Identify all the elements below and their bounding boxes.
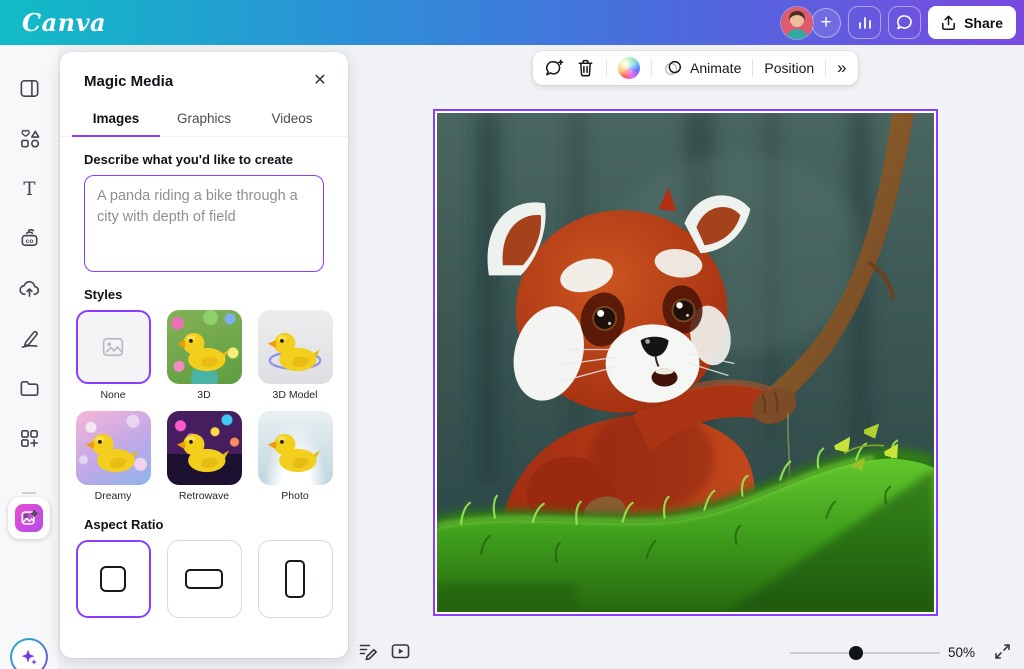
- apps-grid-icon: [18, 427, 41, 450]
- sidebar-item-draw[interactable]: [8, 317, 50, 359]
- tab-graphics[interactable]: Graphics: [160, 103, 248, 137]
- portrait-shape-icon: [285, 560, 305, 598]
- panel-header: Magic Media ✕: [60, 52, 348, 99]
- style-option-3d[interactable]: 3D: [167, 310, 242, 401]
- aspect-ratio-square[interactable]: [76, 540, 151, 618]
- animate-button[interactable]: Animate: [663, 58, 741, 78]
- animate-label: Animate: [690, 60, 741, 76]
- export-icon: [941, 15, 956, 31]
- sidebar-item-elements[interactable]: [8, 117, 50, 159]
- sidebar-item-apps[interactable]: [8, 417, 50, 459]
- toolbar-divider: [651, 59, 652, 77]
- sidebar-item-uploads[interactable]: [8, 267, 50, 309]
- canvas-page[interactable]: [437, 113, 934, 612]
- toolbar-divider: [606, 59, 607, 77]
- speech-bubble-icon: [895, 13, 914, 32]
- elements-icon: [18, 127, 41, 150]
- style-thumb-none: [76, 310, 151, 384]
- fullscreen-button[interactable]: [994, 643, 1011, 663]
- color-wheel-button[interactable]: [618, 57, 640, 79]
- landscape-shape-icon: [185, 569, 223, 589]
- style-option-3d-model[interactable]: 3D Model: [258, 310, 333, 401]
- aspect-ratio-heading: Aspect Ratio: [84, 517, 324, 532]
- tab-videos[interactable]: Videos: [248, 103, 336, 137]
- zoom-slider-thumb[interactable]: [849, 646, 863, 660]
- style-thumb-photo: [258, 411, 333, 485]
- style-option-photo[interactable]: Photo: [258, 411, 333, 502]
- canva-logo[interactable]: Canva: [22, 8, 106, 37]
- close-panel-button[interactable]: ✕: [308, 69, 332, 93]
- style-option-retrowave[interactable]: Retrowave: [167, 411, 242, 502]
- comment-plus-icon: [544, 58, 565, 79]
- position-button[interactable]: Position: [764, 60, 814, 76]
- svg-text:co: co: [25, 237, 33, 244]
- style-thumb-dreamy: [76, 411, 151, 485]
- sidebar-item-projects[interactable]: [8, 367, 50, 409]
- style-thumb-3d-model: [258, 310, 333, 384]
- style-option-dreamy[interactable]: Dreamy: [76, 411, 151, 502]
- present-button[interactable]: [390, 641, 411, 664]
- position-label: Position: [764, 60, 814, 76]
- bar-chart-icon: [856, 14, 874, 32]
- prompt-label: Describe what you'd like to create: [84, 152, 324, 167]
- avatar-image: [781, 7, 813, 39]
- style-thumb-retrowave: [167, 411, 242, 485]
- add-comment-button[interactable]: [544, 58, 565, 79]
- folder-icon: [18, 377, 41, 400]
- topbar-actions: + Share: [781, 6, 1016, 39]
- styles-heading: Styles: [84, 287, 324, 302]
- present-icon: [390, 641, 411, 661]
- tab-images[interactable]: Images: [72, 103, 160, 137]
- aspect-ratio-grid: [60, 540, 348, 618]
- sidebar-item-magic-media[interactable]: [8, 497, 50, 539]
- aspect-ratio-portrait[interactable]: [258, 540, 333, 618]
- delete-button[interactable]: [576, 58, 595, 78]
- share-button[interactable]: Share: [928, 6, 1016, 39]
- notes-button[interactable]: [358, 641, 378, 664]
- generated-image-red-panda: [437, 113, 934, 612]
- trash-icon: [576, 58, 595, 78]
- square-shape-icon: [100, 566, 126, 592]
- text-icon: T: [18, 177, 41, 200]
- toolbar-divider: [825, 59, 826, 77]
- more-options-button[interactable]: »: [837, 58, 846, 78]
- sidebar-item-brand[interactable]: co: [8, 217, 50, 259]
- zoom-level[interactable]: 50%: [948, 645, 975, 660]
- toolbar-divider: [752, 59, 753, 77]
- canva-assistant-button[interactable]: [10, 638, 48, 669]
- brand-icon: co: [18, 227, 41, 250]
- aspect-ratio-landscape[interactable]: [167, 540, 242, 618]
- design-icon: [18, 77, 41, 100]
- prompt-input[interactable]: [84, 175, 324, 272]
- avatar[interactable]: [781, 7, 813, 39]
- svg-text:T: T: [23, 179, 35, 200]
- animate-icon: [663, 58, 683, 78]
- magic-media-icon: [15, 504, 43, 532]
- style-thumb-3d: [167, 310, 242, 384]
- zoom-slider[interactable]: [790, 652, 940, 654]
- panel-title: Magic Media: [84, 73, 173, 90]
- insights-button[interactable]: [848, 6, 881, 39]
- topbar: Canva +: [0, 0, 1024, 45]
- object-toolbar: Animate Position »: [533, 51, 858, 85]
- add-member-button[interactable]: +: [811, 8, 841, 38]
- sidebar-item-design[interactable]: [8, 67, 50, 109]
- styles-grid: None 3D 3D Model Dreamy: [60, 310, 348, 502]
- comments-button[interactable]: [888, 6, 921, 39]
- share-label: Share: [964, 15, 1003, 31]
- sidebar-divider: [22, 492, 36, 494]
- image-placeholder-icon: [102, 336, 124, 358]
- style-option-none[interactable]: None: [76, 310, 151, 401]
- cloud-upload-icon: [18, 277, 41, 300]
- notes-icon: [358, 641, 378, 661]
- pen-icon: [18, 327, 41, 350]
- sparkle-icon: [12, 640, 46, 669]
- magic-media-panel: Magic Media ✕ Images Graphics Videos Des…: [60, 52, 348, 658]
- sidebar: T co: [0, 45, 58, 669]
- panel-tabs: Images Graphics Videos: [60, 103, 348, 137]
- sidebar-item-text[interactable]: T: [8, 167, 50, 209]
- expand-icon: [994, 643, 1011, 660]
